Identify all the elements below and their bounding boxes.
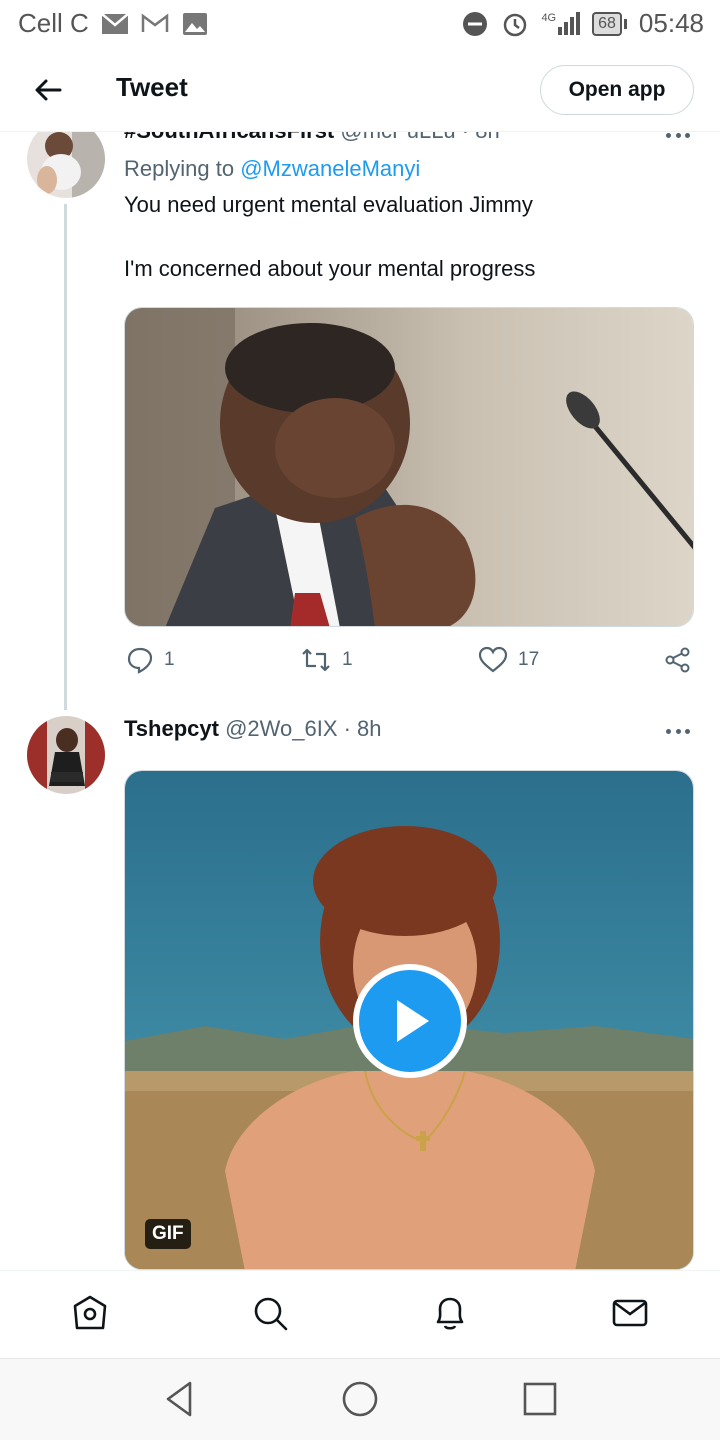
back-arrow-icon[interactable] — [28, 70, 68, 110]
gif-badge: GIF — [145, 1219, 191, 1249]
play-button[interactable] — [353, 964, 467, 1078]
author-handle: @2Wo_6IX · 8h — [225, 716, 382, 741]
play-icon[interactable] — [383, 994, 437, 1048]
battery-level: 68 — [592, 11, 622, 36]
more-options-icon[interactable] — [666, 726, 690, 736]
author-handle: @mcPuLLu · 8h — [340, 132, 499, 143]
tweet-thread[interactable]: #SouthAfricansFirst @mcPuLLu · 8h Replyi… — [0, 132, 720, 1270]
home-icon[interactable] — [70, 1293, 110, 1333]
retweet-count: 1 — [342, 649, 353, 670]
tweet-author[interactable]: #SouthAfricansFirst @mcPuLLu · 8h — [124, 132, 500, 144]
share-button[interactable] — [664, 646, 692, 674]
notifications-icon[interactable] — [430, 1293, 470, 1333]
do-not-disturb-icon — [463, 11, 488, 36]
back-triangle-icon[interactable] — [160, 1379, 200, 1419]
heart-icon[interactable] — [478, 646, 508, 674]
alarm-icon — [504, 13, 527, 36]
mail-icon — [100, 12, 129, 34]
open-app-button[interactable]: Open app — [540, 65, 694, 115]
reply-icon[interactable] — [126, 646, 154, 674]
network-signal: 4G — [541, 12, 581, 35]
retweet-icon[interactable] — [300, 646, 332, 674]
author-name[interactable]: Tshepcyt — [124, 716, 219, 741]
status-bar: Cell C 4G 68 05:48 — [0, 0, 720, 50]
thread-connector — [64, 204, 67, 710]
more-options-icon[interactable] — [666, 132, 690, 140]
clock: 05:48 — [638, 8, 704, 38]
tweet-photo[interactable] — [124, 307, 694, 627]
tweet-gif[interactable]: GIF — [124, 770, 694, 1270]
tweet-actions: 1 1 17 — [124, 646, 696, 686]
gmail-icon — [141, 13, 169, 32]
avatar[interactable] — [27, 716, 105, 794]
reply-button[interactable]: 1 — [126, 646, 175, 674]
system-navigation-bar — [0, 1358, 720, 1440]
page-title: Tweet — [116, 72, 188, 102]
tweet-text-line: I'm concerned about your mental progress — [124, 256, 536, 281]
replying-to: Replying to @MzwaneleManyi — [124, 156, 420, 182]
like-button[interactable]: 17 — [478, 646, 539, 674]
home-circle-icon[interactable] — [340, 1379, 380, 1419]
replying-prefix: Replying to — [124, 156, 235, 181]
author-name[interactable]: #SouthAfricansFirst — [124, 132, 334, 143]
battery-indicator: 68 — [592, 11, 627, 36]
gallery-icon — [182, 12, 207, 35]
tweet-author[interactable]: Tshepcyt @2Wo_6IX · 8h — [124, 716, 382, 742]
recents-square-icon[interactable] — [520, 1379, 560, 1419]
network-type-label: 4G — [541, 12, 557, 24]
tweet-text-line: You need urgent mental evaluation Jimmy — [124, 192, 533, 217]
share-icon[interactable] — [664, 646, 692, 674]
avatar[interactable] — [27, 132, 105, 198]
messages-icon[interactable] — [610, 1293, 650, 1333]
carrier-label: Cell C — [18, 8, 89, 38]
reply-mention-link[interactable]: @MzwaneleManyi — [240, 156, 420, 181]
bottom-navigation — [0, 1270, 720, 1358]
reply-count: 1 — [164, 649, 175, 670]
search-icon[interactable] — [250, 1293, 290, 1333]
like-count: 17 — [518, 649, 540, 670]
retweet-button[interactable]: 1 — [300, 646, 353, 674]
top-app-bar: Tweet Open app — [0, 50, 720, 132]
